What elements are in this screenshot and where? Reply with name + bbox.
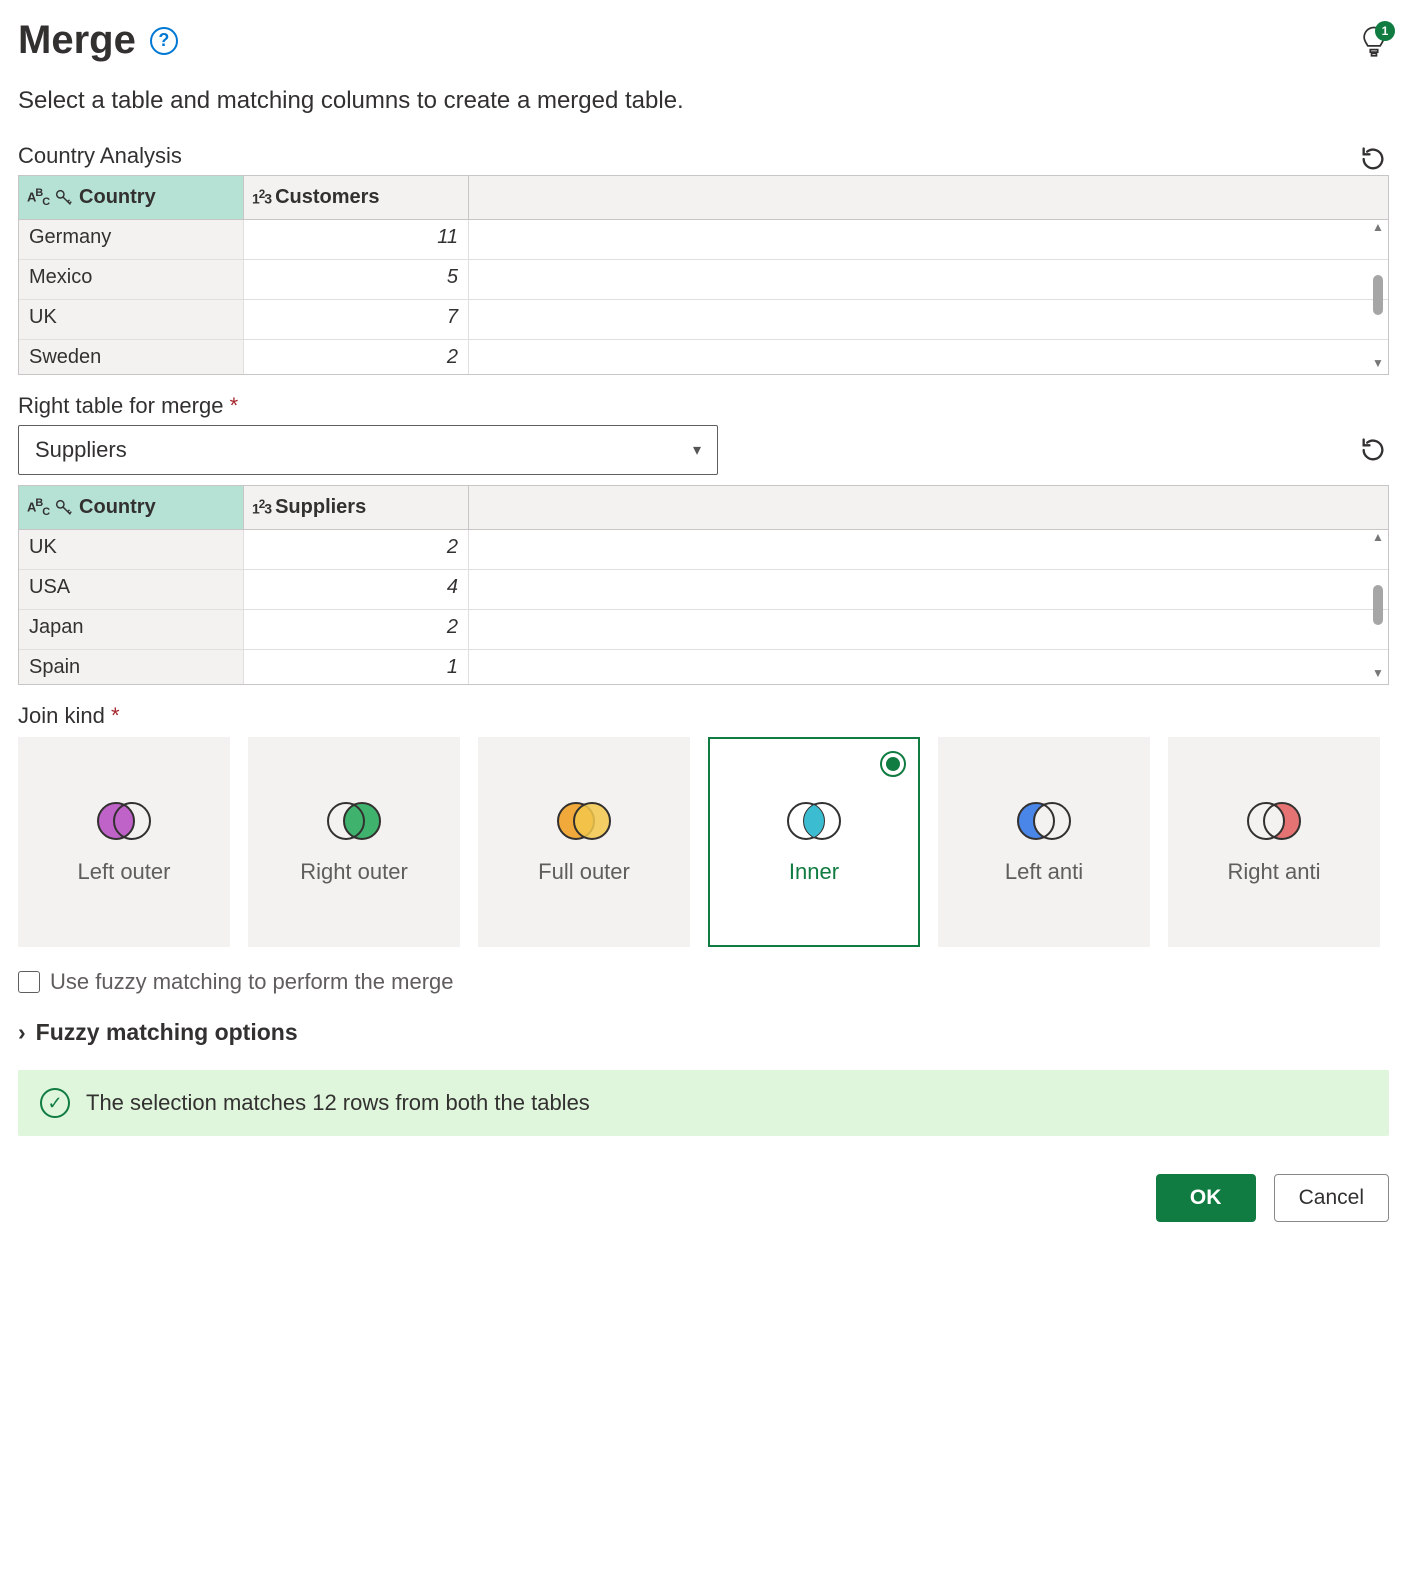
text-type-icon: ABC: [27, 187, 49, 208]
cell: UK: [19, 530, 244, 569]
column-header-country[interactable]: ABC Country: [19, 486, 244, 529]
column-header-suppliers[interactable]: 123 Suppliers: [244, 486, 469, 529]
join-option-label: Inner: [789, 859, 839, 885]
cell: Mexico: [19, 260, 244, 299]
cell: 7: [244, 300, 469, 339]
join-option-full-outer[interactable]: Full outer: [478, 737, 690, 947]
refresh-icon: [1359, 436, 1387, 464]
table-row[interactable]: Japan2: [19, 610, 1388, 650]
join-option-left-outer[interactable]: Left outer: [18, 737, 230, 947]
required-asterisk: *: [230, 393, 239, 418]
table-row[interactable]: Sweden2: [19, 340, 1388, 375]
scroll-down-icon: ▼: [1372, 666, 1384, 680]
column-name: Country: [79, 186, 156, 209]
table-row[interactable]: Spain1: [19, 650, 1388, 685]
cell: Sweden: [19, 340, 244, 375]
checkbox-icon: [18, 971, 40, 993]
table-row[interactable]: Germany11: [19, 220, 1388, 260]
scroll-up-icon: ▲: [1372, 530, 1384, 544]
column-name: Suppliers: [275, 496, 366, 519]
scroll-thumb[interactable]: [1373, 585, 1383, 625]
cell: Germany: [19, 220, 244, 259]
required-asterisk: *: [111, 703, 120, 728]
table-row[interactable]: USA4: [19, 570, 1388, 610]
join-kind-selector: Left outer Right outer Full outer Inner: [18, 737, 1389, 947]
refresh-icon: [1359, 145, 1387, 173]
help-icon[interactable]: ?: [150, 27, 178, 55]
join-kind-label: Join kind: [18, 703, 105, 728]
join-option-label: Left outer: [78, 859, 171, 885]
column-header-country[interactable]: ABC Country: [19, 176, 244, 219]
join-option-left-anti[interactable]: Left anti: [938, 737, 1150, 947]
chevron-right-icon: ›: [18, 1019, 26, 1046]
selected-radio-icon: [880, 751, 906, 777]
cell: 4: [244, 570, 469, 609]
dropdown-value: Suppliers: [35, 437, 127, 463]
right-table-label: Right table for merge: [18, 393, 223, 418]
refresh-left-button[interactable]: [1357, 143, 1389, 175]
right-table-preview[interactable]: ABC Country 123 Suppliers UK2 USA4 Japan…: [18, 485, 1389, 685]
venn-inner-icon: [782, 799, 846, 843]
left-table-preview[interactable]: ABC Country 123 Customers Germany11 Mexi…: [18, 175, 1389, 375]
table-row[interactable]: UK7: [19, 300, 1388, 340]
refresh-right-button[interactable]: [1357, 434, 1389, 466]
chevron-down-icon: ▾: [693, 440, 701, 460]
cancel-button[interactable]: Cancel: [1274, 1174, 1389, 1222]
join-option-right-anti[interactable]: Right anti: [1168, 737, 1380, 947]
venn-right-outer-icon: [322, 799, 386, 843]
venn-left-outer-icon: [92, 799, 156, 843]
scroll-down-icon: ▼: [1372, 356, 1384, 370]
match-status: ✓ The selection matches 12 rows from bot…: [18, 1070, 1389, 1136]
venn-full-outer-icon: [552, 799, 616, 843]
cell: Japan: [19, 610, 244, 649]
key-icon: [53, 497, 75, 519]
ok-button[interactable]: OK: [1156, 1174, 1256, 1222]
insights-button[interactable]: 1: [1359, 25, 1389, 57]
insights-badge: 1: [1375, 21, 1395, 41]
page-subtitle: Select a table and matching columns to c…: [18, 87, 1389, 115]
fuzzy-matching-checkbox[interactable]: Use fuzzy matching to perform the merge: [18, 969, 1389, 995]
cell: UK: [19, 300, 244, 339]
right-table-dropdown[interactable]: Suppliers ▾: [18, 425, 718, 475]
left-table-label: Country Analysis: [18, 143, 182, 169]
venn-right-anti-icon: [1242, 799, 1306, 843]
cell: Spain: [19, 650, 244, 685]
cell: 2: [244, 530, 469, 569]
table-row[interactable]: Mexico5: [19, 260, 1388, 300]
fuzzy-options-expander[interactable]: › Fuzzy matching options: [18, 1019, 1389, 1046]
scroll-up-icon: ▲: [1372, 220, 1384, 234]
column-name: Customers: [275, 186, 379, 209]
number-type-icon: 123: [252, 498, 271, 517]
join-option-label: Right anti: [1228, 859, 1321, 885]
text-type-icon: ABC: [27, 497, 49, 518]
vertical-scrollbar[interactable]: ▲ ▼: [1370, 220, 1386, 370]
cell: 5: [244, 260, 469, 299]
join-option-inner[interactable]: Inner: [708, 737, 920, 947]
key-icon: [53, 187, 75, 209]
join-option-label: Left anti: [1005, 859, 1083, 885]
expander-label: Fuzzy matching options: [36, 1019, 298, 1046]
cell: 2: [244, 340, 469, 375]
page-title: Merge: [18, 18, 136, 63]
cell: USA: [19, 570, 244, 609]
cell: 2: [244, 610, 469, 649]
column-header-customers[interactable]: 123 Customers: [244, 176, 469, 219]
join-option-label: Right outer: [300, 859, 408, 885]
cell: 1: [244, 650, 469, 685]
scroll-thumb[interactable]: [1373, 275, 1383, 315]
column-name: Country: [79, 496, 156, 519]
cell: 11: [244, 220, 469, 259]
check-circle-icon: ✓: [40, 1088, 70, 1118]
join-option-label: Full outer: [538, 859, 630, 885]
join-option-right-outer[interactable]: Right outer: [248, 737, 460, 947]
number-type-icon: 123: [252, 188, 271, 207]
venn-left-anti-icon: [1012, 799, 1076, 843]
vertical-scrollbar[interactable]: ▲ ▼: [1370, 530, 1386, 680]
checkbox-label: Use fuzzy matching to perform the merge: [50, 969, 454, 995]
table-row[interactable]: UK2: [19, 530, 1388, 570]
status-text: The selection matches 12 rows from both …: [86, 1090, 590, 1116]
